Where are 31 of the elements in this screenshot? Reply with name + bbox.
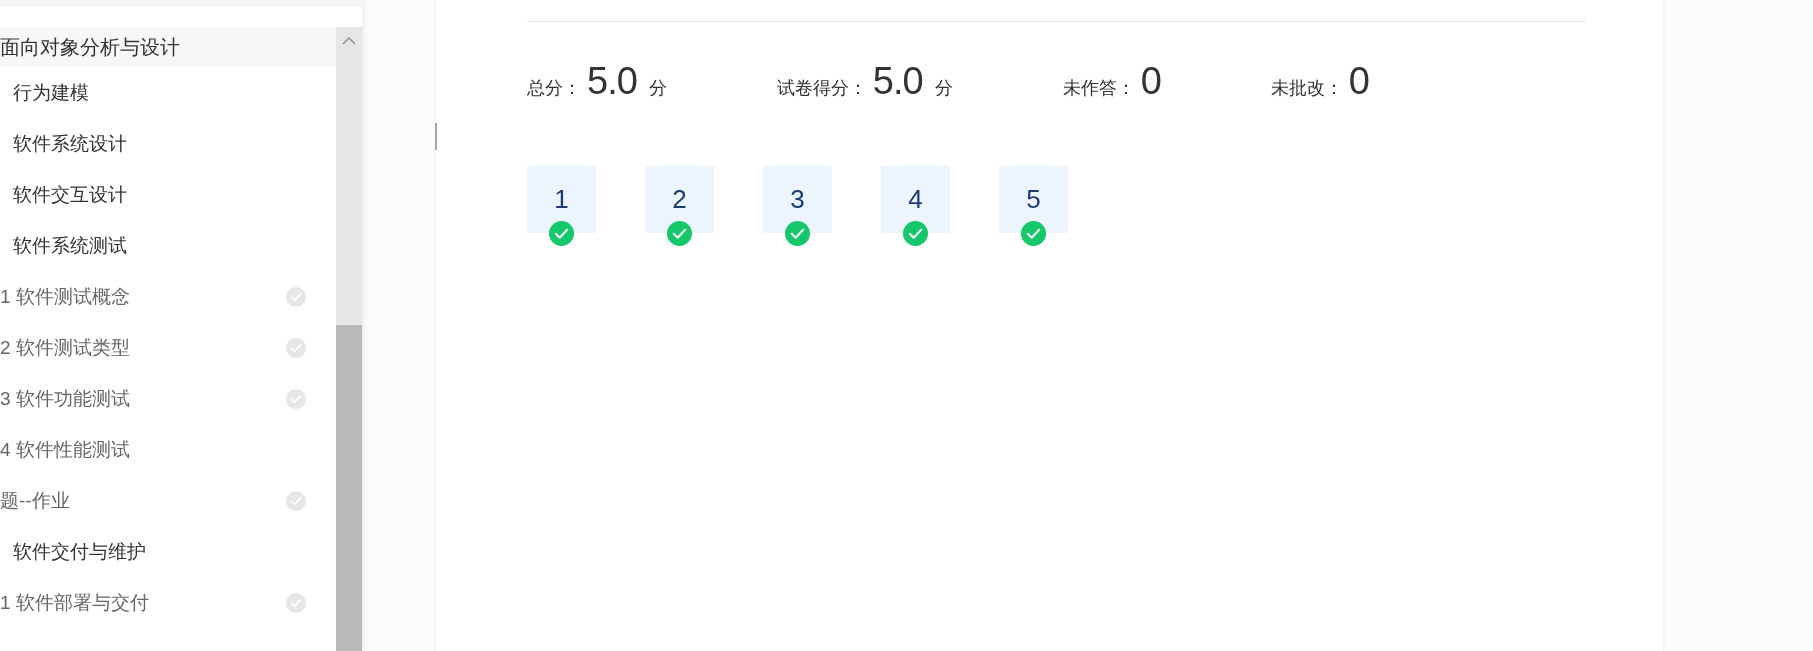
question-button[interactable]: 4 — [881, 166, 950, 233]
score-value: 0 — [1140, 59, 1161, 103]
unit-label: 分 — [648, 77, 667, 100]
score-label: 总分： — [527, 77, 581, 100]
question-button[interactable]: 1 — [527, 166, 596, 233]
chevron-up-icon[interactable] — [342, 37, 356, 45]
score-value: 5.0 — [587, 59, 637, 103]
outline-item[interactable]: 1 软件部署与交付 — [0, 589, 149, 616]
score-value: 5.0 — [872, 59, 923, 103]
score-label: 未批改： — [1270, 77, 1343, 100]
outline-item[interactable]: 3 软件功能测试 — [0, 385, 130, 412]
score-value: 0 — [1348, 59, 1369, 103]
outline-item[interactable]: 1 软件测试概念 — [0, 283, 130, 310]
outline-item[interactable]: 4 软件性能测试 — [0, 436, 130, 463]
scrollbar-track[interactable] — [336, 27, 362, 651]
question-button[interactable]: 2 — [645, 166, 714, 233]
score-label: 未作答： — [1062, 77, 1135, 100]
outline-item[interactable]: 行为建模 — [13, 79, 89, 106]
outline-item[interactable]: 软件系统测试 — [13, 232, 127, 259]
outline-item[interactable]: 2 软件测试类型 — [0, 334, 130, 361]
outline-item[interactable]: 软件交互设计 — [13, 181, 127, 208]
unit-label: 分 — [934, 77, 953, 100]
scrollbar-thumb[interactable] — [336, 325, 362, 651]
outline-heading[interactable]: 面向对象分析与设计 — [0, 27, 336, 67]
score-label: 试卷得分： — [776, 77, 867, 100]
handle-bar — [435, 123, 437, 150]
outline-item[interactable]: 软件系统设计 — [13, 130, 127, 157]
outline-item[interactable]: 软件交付与维护 — [13, 538, 146, 565]
outline-item[interactable]: 题--作业 — [0, 487, 70, 514]
question-button[interactable]: 3 — [763, 166, 832, 233]
question-button[interactable]: 5 — [999, 166, 1068, 233]
